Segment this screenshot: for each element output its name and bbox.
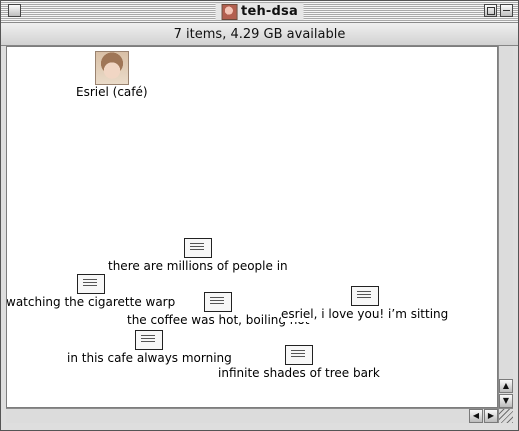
zoom-box-button[interactable] xyxy=(484,4,497,17)
icon-view-area: Esriel (café) there are millions of peop… xyxy=(6,46,498,408)
person-avatar-icon[interactable] xyxy=(94,51,129,85)
window-title-container: teh-dsa xyxy=(215,3,304,20)
text-document-icon[interactable] xyxy=(134,329,164,351)
window-status-bar: 7 items, 4.29 GB available xyxy=(1,23,518,46)
folder-proxy-icon[interactable] xyxy=(221,3,238,20)
icon-item-esriel-i-love-you[interactable]: esriel, i love you! i’m sitting xyxy=(281,285,449,322)
left-arrow-icon: ◀ xyxy=(472,411,480,420)
up-arrow-icon: ▲ xyxy=(502,381,510,390)
text-document-icon[interactable] xyxy=(203,291,233,313)
text-document-icon[interactable] xyxy=(350,285,380,307)
right-arrow-icon: ▶ xyxy=(487,411,495,420)
scroll-up-button[interactable]: ▲ xyxy=(499,379,513,393)
text-document-icon[interactable] xyxy=(284,344,314,366)
text-document-icon[interactable] xyxy=(76,273,106,295)
icon-item-esriel-cafe[interactable]: Esriel (café) xyxy=(76,51,148,100)
scroll-left-button[interactable]: ◀ xyxy=(469,409,483,423)
icon-item-in-this-cafe[interactable]: in this cafe always morning xyxy=(67,329,232,366)
resize-grip[interactable] xyxy=(498,408,513,423)
down-arrow-icon: ▼ xyxy=(502,396,510,405)
vertical-scrollbar[interactable]: ▲ ▼ xyxy=(498,46,513,408)
horizontal-scrollbar[interactable]: ◀ ▶ xyxy=(6,408,498,423)
scroll-down-button[interactable]: ▼ xyxy=(499,394,513,408)
status-text: 7 items, 4.29 GB available xyxy=(173,26,346,42)
finder-window: teh-dsa 7 items, 4.29 GB available Esrie… xyxy=(0,0,519,431)
icon-item-infinite-shades[interactable]: infinite shades of tree bark xyxy=(218,344,380,381)
close-box-button[interactable] xyxy=(8,4,21,17)
text-document-icon[interactable] xyxy=(183,237,213,259)
window-titlebar[interactable]: teh-dsa xyxy=(1,1,518,23)
icon-label[interactable]: there are millions of people in xyxy=(108,259,288,274)
icon-item-there-are-millions[interactable]: there are millions of people in xyxy=(108,237,288,274)
icon-label[interactable]: infinite shades of tree bark xyxy=(218,366,380,381)
icon-label[interactable]: Esriel (café) xyxy=(76,85,148,100)
icon-label[interactable]: esriel, i love you! i’m sitting xyxy=(281,307,449,322)
window-title: teh-dsa xyxy=(241,4,298,19)
scroll-right-button[interactable]: ▶ xyxy=(484,409,498,423)
collapse-box-button[interactable] xyxy=(500,4,513,17)
icon-label[interactable]: in this cafe always morning xyxy=(67,351,232,366)
